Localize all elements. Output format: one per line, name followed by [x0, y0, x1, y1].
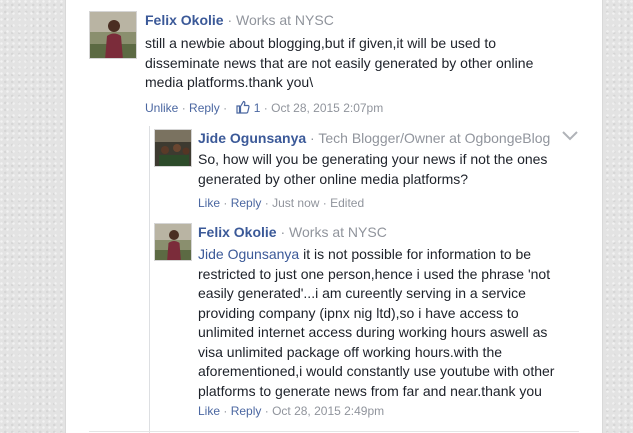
- reply-timestamp[interactable]: Oct 28, 2015 2:49pm: [272, 404, 384, 418]
- mention-link[interactable]: Jide Ogunsanya: [198, 246, 299, 262]
- avatar-image: [155, 130, 191, 166]
- meta-dot: ·: [263, 101, 268, 115]
- reply-body: it is not possible for information to be…: [198, 246, 555, 399]
- reply-text: Jide Ogunsanya it is not possible for in…: [198, 245, 568, 401]
- meta-dot: ·: [223, 101, 228, 115]
- like-link[interactable]: Like: [198, 196, 220, 210]
- reply-link[interactable]: Reply: [231, 196, 262, 210]
- meta-dot: ·: [223, 404, 228, 418]
- author-name[interactable]: Felix Okolie: [198, 224, 277, 240]
- author-subtitle: Tech Blogger/Owner at OgbongeBlog: [318, 130, 551, 146]
- thumbs-up-icon[interactable]: [236, 100, 251, 118]
- comment-header: Felix Okolie · Works at NYSC: [145, 11, 334, 29]
- avatar-image: [155, 224, 191, 260]
- meta-dot: ·: [223, 196, 228, 210]
- reply-header: Felix Okolie · Works at NYSC: [198, 223, 387, 241]
- author-subtitle: Works at NYSC: [236, 12, 334, 28]
- reply-actions: Like · Reply · Just now · Edited: [198, 195, 364, 211]
- meta-dot: ·: [264, 196, 269, 210]
- reply-timestamp[interactable]: Just now: [272, 196, 319, 210]
- reply: Jide Ogunsanya · Tech Blogger/Owner at O…: [154, 129, 574, 214]
- avatar-jide-ogunsanya[interactable]: [154, 129, 192, 167]
- reply-text: So, how will you be generating your news…: [198, 151, 548, 187]
- reply: Felix Okolie · Works at NYSC Jide Ogunsa…: [154, 223, 574, 423]
- author-subtitle: Works at NYSC: [289, 224, 387, 240]
- comment-actions: Unlike · Reply · 1 · Oct 28, 2015 2:07pm: [145, 100, 383, 118]
- avatar-felix-okolie[interactable]: [154, 223, 192, 261]
- comment-divider: [89, 431, 579, 432]
- avatar-felix-okolie[interactable]: [89, 11, 137, 59]
- reply-actions: Like · Reply · Oct 28, 2015 2:49pm: [198, 403, 384, 419]
- comment-text: still a newbie about blogging,but if giv…: [145, 35, 534, 90]
- avatar-image: [90, 12, 136, 58]
- meta-dot: ·: [181, 101, 186, 115]
- header-separator: ·: [280, 224, 286, 240]
- reply-thread-line: [149, 126, 150, 433]
- reply-link[interactable]: Reply: [231, 404, 262, 418]
- unlike-link[interactable]: Unlike: [145, 101, 178, 115]
- author-name[interactable]: Jide Ogunsanya: [198, 130, 306, 146]
- reply-link[interactable]: Reply: [189, 101, 220, 115]
- header-separator: ·: [227, 12, 233, 28]
- comment-timestamp[interactable]: Oct 28, 2015 2:07pm: [271, 101, 383, 115]
- meta-dot: ·: [264, 404, 269, 418]
- edited-label[interactable]: Edited: [330, 196, 364, 210]
- comment: Felix Okolie · Works at NYSC still a new…: [89, 11, 549, 121]
- reply-header: Jide Ogunsanya · Tech Blogger/Owner at O…: [198, 129, 550, 147]
- like-count[interactable]: 1: [254, 101, 261, 115]
- meta-dot: ·: [322, 196, 327, 210]
- author-name[interactable]: Felix Okolie: [145, 12, 224, 28]
- like-link[interactable]: Like: [198, 404, 220, 418]
- chevron-down-icon[interactable]: [561, 130, 579, 142]
- header-separator: ·: [310, 130, 315, 146]
